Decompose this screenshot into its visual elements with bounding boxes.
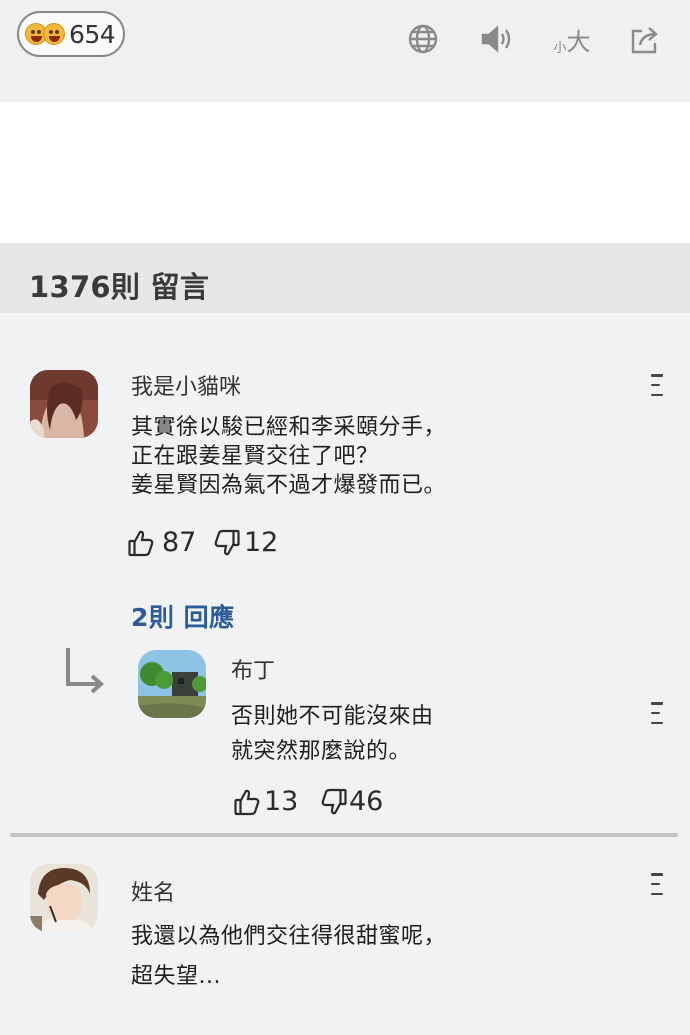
avatar[interactable] xyxy=(30,370,98,438)
reply-text-line: 否則她不可能沒來由 xyxy=(231,704,434,729)
comment-text-line: 超失望... xyxy=(131,964,221,989)
reaction-count: 654 xyxy=(69,19,116,49)
more-menu-icon[interactable] xyxy=(651,873,665,895)
like-button[interactable]: 87 xyxy=(128,527,196,558)
like-count: 87 xyxy=(162,527,197,558)
globe-icon[interactable] xyxy=(405,19,441,59)
dislike-count: 46 xyxy=(349,786,384,817)
dislike-count: 12 xyxy=(244,527,279,558)
dislike-button[interactable]: 12 xyxy=(214,527,278,558)
replies-link[interactable]: 2則 回應 xyxy=(131,598,235,634)
top-toolbar: 654 小 大 xyxy=(0,0,690,102)
reaction-pill[interactable]: 654 xyxy=(17,11,125,57)
comment-divider xyxy=(10,833,678,837)
thumbs-down-icon xyxy=(321,788,347,814)
comment-username: 我是小貓咪 xyxy=(131,375,242,400)
avatar[interactable] xyxy=(30,864,98,932)
font-small-label: 小 xyxy=(553,40,567,56)
laughing-emoji-icon xyxy=(43,23,65,45)
avatar[interactable] xyxy=(138,650,206,718)
thumbs-down-icon xyxy=(214,529,240,555)
like-button[interactable]: 13 xyxy=(234,786,298,817)
more-menu-icon[interactable] xyxy=(651,702,665,724)
thumbs-up-icon xyxy=(234,789,260,815)
comments-count-title: 1376則 留言 xyxy=(29,270,210,304)
more-menu-icon[interactable] xyxy=(651,374,665,396)
font-big-label: 大 xyxy=(566,27,591,56)
comment-text-line: 其實徐以駿已經和李采頤分手， xyxy=(131,415,447,440)
reply-text-line: 就突然那麼說的。 xyxy=(231,739,412,764)
share-icon[interactable] xyxy=(626,19,666,59)
like-count: 13 xyxy=(264,786,299,817)
reply-username: 布丁 xyxy=(231,659,276,684)
font-size-icon[interactable]: 小 大 xyxy=(550,19,594,59)
dislike-button[interactable]: 46 xyxy=(321,786,383,817)
blank-panel xyxy=(0,102,690,243)
reply-arrow-icon xyxy=(62,646,110,700)
vote-row-partial xyxy=(128,1028,238,1035)
thumbs-up-icon xyxy=(128,530,154,556)
comment-text-line: 姜星賢因為氣不過才爆發而已。 xyxy=(131,473,447,498)
comment-text-line: 正在跟姜星賢交往了吧？ xyxy=(131,444,379,469)
speaker-icon[interactable] xyxy=(478,19,516,59)
comment-username: 姓名 xyxy=(131,881,176,906)
comment-text-line: 我還以為他們交往得很甜蜜呢， xyxy=(131,924,447,949)
